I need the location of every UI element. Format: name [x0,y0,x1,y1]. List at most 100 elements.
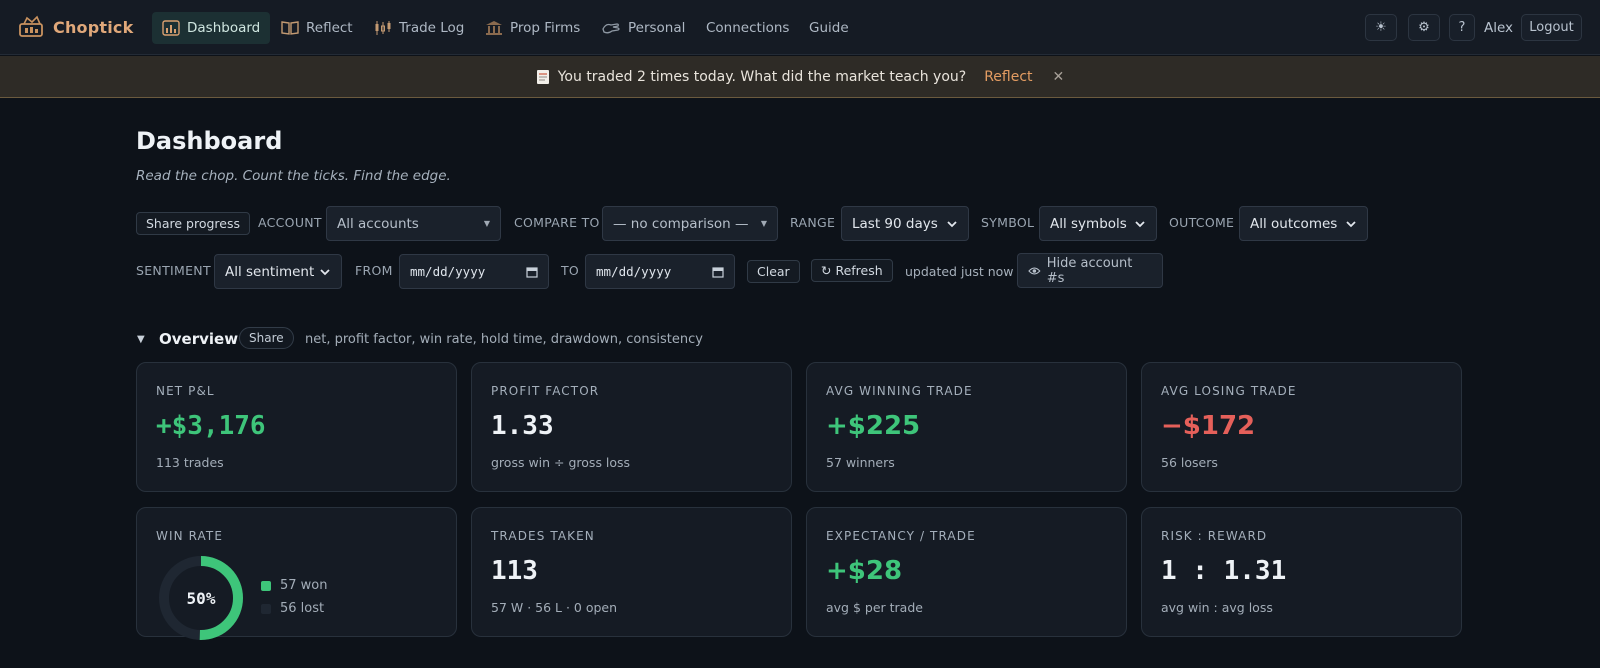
page-title: Dashboard [136,127,283,155]
profit-factor-value: 1.33 [491,411,554,441]
nav-reflect[interactable]: Reflect [271,12,363,44]
win-rate-value: 50% [186,588,216,608]
nav-trade-log-label: Trade Log [399,20,465,36]
symbol-label: SYMBOL [981,215,1035,230]
legend-swatch-won [261,580,271,591]
expectancy-card: EXPECTANCY / TRADE +$28 avg $ per trade [806,507,1127,637]
card-label: WIN RATE [156,529,224,543]
overview-share-button[interactable]: Share [239,327,294,349]
hide-accounts-button[interactable]: Hide account #s [1017,253,1163,288]
account-select[interactable]: All accounts ▼ [326,206,501,241]
nav-reflect-label: Reflect [306,20,353,36]
card-sub: avg $ per trade [826,600,923,615]
net-pnl-value: +$3,176 [156,411,266,441]
close-icon[interactable]: ✕ [1053,69,1065,85]
outcome-label: OUTCOME [1169,215,1235,230]
nav-prop-firms[interactable]: Prop Firms [475,12,590,44]
calendar-icon[interactable] [526,266,538,278]
chevron-down-icon [1135,220,1145,227]
expectancy-value: +$28 [826,556,903,586]
logout-button[interactable]: Logout [1521,14,1582,41]
sentiment-label: SENTIMENT [136,263,211,278]
nav-prop-firms-label: Prop Firms [510,20,581,36]
outcome-select-value: All outcomes [1250,215,1338,232]
hand-icon [602,23,620,34]
chevron-down-icon [1346,220,1356,227]
card-sub: 57 winners [826,455,895,470]
bank-icon [486,21,502,35]
help-icon: ? [1458,20,1466,35]
nav-connections[interactable]: Connections [696,12,799,44]
card-label: NET P&L [156,384,215,398]
card-label: AVG LOSING TRADE [1161,384,1297,398]
trades-taken-value: 113 [491,556,538,586]
calendar-icon[interactable] [712,266,724,278]
logo-icon [19,15,43,37]
note-icon [536,69,549,84]
avg-win-value: +$225 [826,411,921,441]
compare-label: COMPARE TO [514,215,600,230]
nav-dashboard[interactable]: Dashboard [152,12,271,44]
user-name: Alex [1484,20,1514,36]
theme-toggle-button[interactable]: ☀ [1365,14,1397,41]
collapse-caret-icon[interactable]: ▼ [137,334,145,345]
sentiment-select-value: All sentiment [225,263,315,280]
brand-name: Choptick [53,17,134,37]
range-select-value: Last 90 days [852,215,938,232]
help-button[interactable]: ? [1449,14,1475,41]
chevron-down-icon [320,268,330,275]
from-label: FROM [355,263,393,278]
book-icon [281,21,299,35]
updated-status: updated just now [905,264,1014,279]
chart-icon [162,20,180,36]
top-nav: Choptick Dashboard Reflect Trade Log Pro… [0,0,1600,55]
account-select-value: All accounts [337,215,419,232]
nav-connections-label: Connections [706,20,790,36]
nav-trade-log[interactable]: Trade Log [364,12,474,44]
legend-won: 57 won [261,578,328,593]
nav-personal-label: Personal [628,20,686,36]
overview-description: net, profit factor, win rate, hold time,… [305,332,703,347]
card-label: PROFIT FACTOR [491,384,600,398]
page-subtitle: Read the chop. Count the ticks. Find the… [136,168,451,184]
brand[interactable]: Choptick [18,15,133,39]
reflect-banner: You traded 2 times today. What did the m… [0,56,1600,98]
legend-swatch-lost [261,603,271,614]
refresh-button[interactable]: ↻ Refresh [811,259,893,282]
win-rate-card: WIN RATE 50% 57 won 56 lost [136,507,457,640]
account-label: ACCOUNT [258,215,322,230]
legend-won-label: 57 won [280,578,328,593]
nav-guide-label: Guide [809,20,849,36]
banner-reflect-link[interactable]: Reflect [984,69,1032,85]
nav-guide[interactable]: Guide [799,12,859,44]
card-sub: avg win : avg loss [1161,600,1273,615]
profit-factor-card: PROFIT FACTOR 1.33 gross win ÷ gross los… [471,362,792,492]
card-label: EXPECTANCY / TRADE [826,529,976,543]
settings-button[interactable]: ⚙ [1408,14,1440,41]
card-sub: 56 losers [1161,455,1218,470]
net-pnl-card: NET P&L +$3,176 113 trades [136,362,457,492]
nav-personal[interactable]: Personal [591,12,695,44]
compare-select[interactable]: — no comparison — ▼ [602,206,778,241]
card-label: AVG WINNING TRADE [826,384,973,398]
caret-down-icon: ▼ [483,219,490,228]
from-date-input[interactable]: mm/dd/yyyy [399,254,549,289]
gear-icon: ⚙ [1418,20,1430,35]
overview-title[interactable]: Overview [159,330,238,348]
clear-button[interactable]: Clear [747,260,800,283]
card-sub: 113 trades [156,455,224,470]
sentiment-select[interactable]: All sentiment [214,254,342,289]
range-label: RANGE [790,215,836,230]
share-progress-button[interactable]: Share progress [136,212,251,235]
from-date-placeholder: mm/dd/yyyy [410,264,486,279]
avg-win-card: AVG WINNING TRADE +$225 57 winners [806,362,1127,492]
symbol-select[interactable]: All symbols [1039,206,1157,241]
range-select[interactable]: Last 90 days [841,206,969,241]
to-date-placeholder: mm/dd/yyyy [596,264,672,279]
legend-lost-label: 56 lost [280,601,325,616]
hide-accounts-label: Hide account #s [1046,255,1133,286]
to-date-input[interactable]: mm/dd/yyyy [585,254,735,289]
outcome-select[interactable]: All outcomes [1239,206,1368,241]
avg-loss-value: −$172 [1161,411,1256,441]
eye-icon [1028,267,1041,274]
